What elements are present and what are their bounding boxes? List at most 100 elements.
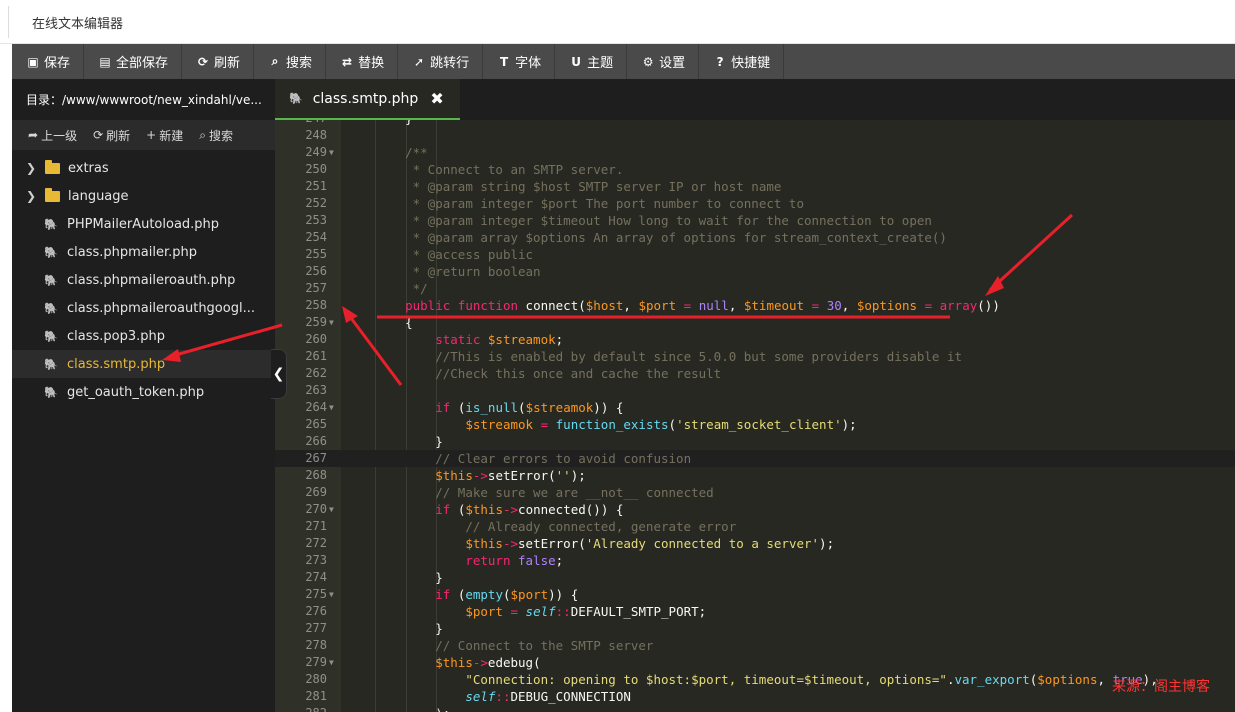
tree-folder[interactable]: ❯ language: [12, 182, 275, 210]
code-line[interactable]: 276 $port = self::DEFAULT_SMTP_PORT;: [275, 603, 1235, 620]
window-titlebar: 在线文本编辑器: [0, 0, 1235, 44]
tree-item-label: class.phpmaileroauthgoogl...: [67, 300, 255, 316]
tree-file[interactable]: 🐘 get_oauth_token.php: [12, 378, 275, 406]
code-line[interactable]: 250 * Connect to an SMTP server.: [275, 161, 1235, 178]
sidebar-action-label: 上一级: [41, 128, 78, 143]
line-number: 266: [305, 434, 327, 448]
code-line[interactable]: 255 * @access public: [275, 246, 1235, 263]
code-line[interactable]: 251 * @param string $host SMTP server IP…: [275, 178, 1235, 195]
code-line[interactable]: 281 self::DEBUG_CONNECTION: [275, 688, 1235, 705]
tree-file[interactable]: 🐘 class.phpmailer.php: [12, 238, 275, 266]
line-number: 247: [275, 120, 327, 127]
line-number: 281: [305, 689, 327, 703]
tree-file[interactable]: 🐘 class.pop3.php: [12, 322, 275, 350]
code-line[interactable]: 259 ▼ {: [275, 314, 1235, 331]
code-line[interactable]: 253 * @param integer $timeout How long t…: [275, 212, 1235, 229]
code-line[interactable]: 278 // Connect to the SMTP server: [275, 637, 1235, 654]
php-file-icon: 🐘: [44, 301, 58, 315]
sidebar-action-1[interactable]: ⟳ 刷新: [93, 127, 130, 144]
folder-icon: [45, 159, 60, 174]
code-text: self::DEBUG_CONNECTION: [465, 689, 631, 704]
code-line[interactable]: 261 //This is enabled by default since 5…: [275, 348, 1235, 365]
code-text: */: [405, 281, 428, 296]
code-text: // Make sure we are __not__ connected: [435, 485, 714, 500]
code-line[interactable]: 271 // Already connected, generate error: [275, 518, 1235, 535]
code-text: * @param string $host SMTP server IP or …: [405, 179, 782, 194]
code-line[interactable]: 249 ▼ /**: [275, 144, 1235, 161]
toolbar-button-9[interactable]: ? 快捷键: [699, 44, 785, 79]
code-line[interactable]: 272 $this->setError('Already connected t…: [275, 535, 1235, 552]
close-icon[interactable]: ✖: [430, 89, 443, 108]
line-number: 248: [305, 128, 327, 142]
toolbar-button-1[interactable]: ▤ 全部保存: [84, 44, 183, 79]
code-line[interactable]: 247 }: [275, 120, 1235, 127]
toolbar-button-label: 主题: [587, 56, 614, 71]
tree-folder[interactable]: ❯ extras: [12, 154, 275, 182]
toolbar-button-2[interactable]: ⟳ 刷新: [182, 44, 255, 79]
code-line[interactable]: 269 // Make sure we are __not__ connecte…: [275, 484, 1235, 501]
sidebar-action-0[interactable]: ➦ 上一级: [28, 127, 77, 144]
code-line[interactable]: 257 */: [275, 280, 1235, 297]
code-editor[interactable]: 247 }248249▼ /**250 * Connect to an SMTP…: [275, 120, 1235, 712]
code-line[interactable]: 282 );: [275, 705, 1235, 712]
code-line[interactable]: 256 * @return boolean: [275, 263, 1235, 280]
fold-toggle-icon[interactable]: ▼: [329, 654, 334, 671]
tab-class-smtp[interactable]: 🐘 class.smtp.php ✖: [275, 79, 460, 120]
code-line[interactable]: 266 }: [275, 433, 1235, 450]
code-line[interactable]: 267 // Clear errors to avoid confusion: [275, 450, 1235, 467]
code-line[interactable]: 277 }: [275, 620, 1235, 637]
fold-toggle-icon[interactable]: ▼: [329, 586, 334, 603]
tree-file[interactable]: 🐘 class.phpmaileroauthgoogl...: [12, 294, 275, 322]
arrow-up-icon: ➦: [28, 128, 39, 142]
toolbar-button-7[interactable]: U 主题: [555, 44, 628, 79]
code-line[interactable]: 264 ▼ if (is_null($streamok)) {: [275, 399, 1235, 416]
line-number: 256: [305, 264, 327, 278]
code-line[interactable]: 252 * @param integer $port The port numb…: [275, 195, 1235, 212]
chevron-right-icon[interactable]: ❯: [26, 161, 40, 175]
code-line[interactable]: 262 //Check this once and cache the resu…: [275, 365, 1235, 382]
code-text: }: [435, 621, 443, 636]
sidebar-action-2[interactable]: + 新建: [146, 127, 183, 144]
tree-item-label: language: [68, 188, 129, 204]
code-line[interactable]: 279 ▼ $this->edebug(: [275, 654, 1235, 671]
tab-bar: 🐘 class.smtp.php ✖: [275, 79, 1235, 120]
code-line[interactable]: 258 public function connect($host, $port…: [275, 297, 1235, 314]
code-line[interactable]: 274 }: [275, 569, 1235, 586]
fold-toggle-icon[interactable]: ▼: [329, 314, 334, 331]
tree-file[interactable]: 🐘 PHPMailerAutoload.php: [12, 210, 275, 238]
toolbar-button-4[interactable]: ⇄ 替换: [326, 44, 399, 79]
tree-file[interactable]: 🐘 class.phpmaileroauth.php: [12, 266, 275, 294]
font-icon: T: [500, 54, 509, 69]
code-line[interactable]: 260 static $streamok;: [275, 331, 1235, 348]
toolbar-button-5[interactable]: ➚ 跳转行: [398, 44, 484, 79]
line-number: 254: [305, 230, 327, 244]
code-line[interactable]: 270 ▼ if ($this->connected()) {: [275, 501, 1235, 518]
code-text: //This is enabled by default since 5.0.0…: [435, 349, 963, 364]
php-file-icon: 🐘: [44, 217, 58, 231]
code-line[interactable]: 275 ▼ if (empty($port)) {: [275, 586, 1235, 603]
toolbar-button-0[interactable]: ▣ 保存: [12, 44, 85, 79]
code-line[interactable]: 263: [275, 382, 1235, 399]
toolbar-button-6[interactable]: T 字体: [483, 44, 556, 79]
tree-item-label: class.phpmaileroauth.php: [67, 272, 236, 288]
code-line[interactable]: 265 $streamok = function_exists('stream_…: [275, 416, 1235, 433]
toolbar-button-3[interactable]: ⌕ 搜索: [254, 44, 327, 79]
code-line[interactable]: 280 "Connection: opening to $host:$port,…: [275, 671, 1235, 688]
code-line[interactable]: 248: [275, 127, 1235, 144]
sidebar-action-3[interactable]: ⌕ 搜索: [199, 127, 233, 144]
php-file-icon: 🐘: [44, 385, 58, 399]
php-file-icon: 🐘: [44, 329, 58, 343]
fold-toggle-icon[interactable]: ▼: [329, 501, 334, 518]
chevron-right-icon[interactable]: ❯: [26, 189, 40, 203]
toolbar-button-8[interactable]: ⚙ 设置: [627, 44, 700, 79]
line-number: 282: [275, 705, 327, 712]
fold-toggle-icon[interactable]: ▼: [329, 399, 334, 416]
sidebar-collapse-button[interactable]: ❮: [271, 349, 287, 399]
code-line[interactable]: 268 $this->setError('');: [275, 467, 1235, 484]
code-line[interactable]: 273 return false;: [275, 552, 1235, 569]
line-number: 250: [305, 162, 327, 176]
code-line[interactable]: 254 * @param array $options An array of …: [275, 229, 1235, 246]
fold-toggle-icon[interactable]: ▼: [329, 144, 334, 161]
code-text: * @param integer $port The port number t…: [405, 196, 804, 211]
tree-file[interactable]: 🐘 class.smtp.php: [12, 350, 275, 378]
